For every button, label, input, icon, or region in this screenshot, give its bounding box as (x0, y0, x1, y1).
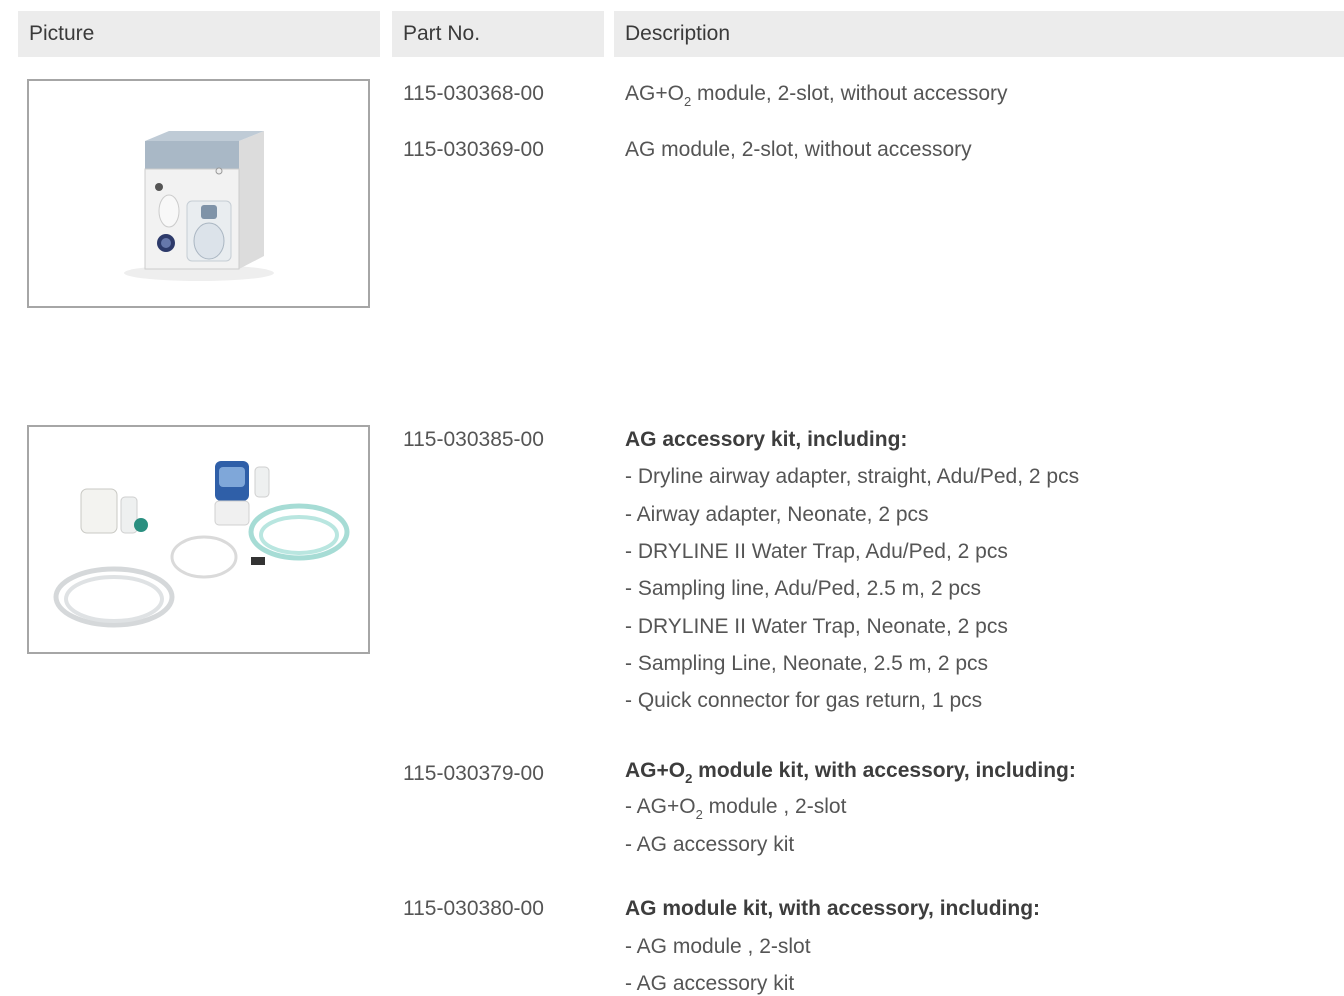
part-number: 115-030368-00 (403, 82, 544, 105)
kit-title: AG module kit, with accessory, including… (625, 897, 1041, 920)
kit-item: - DRYLINE II Water Trap, Neonate, 2 pcs (625, 615, 1008, 638)
part-number: 115-030380-00 (403, 897, 544, 920)
column-header-part-no: Part No. (392, 11, 604, 57)
kit-title: AG accessory kit, including: (625, 428, 908, 451)
part-number: 115-030385-00 (403, 428, 544, 451)
kit-item: - Sampling Line, Neonate, 2.5 m, 2 pcs (625, 652, 989, 675)
kit-item: - AG accessory kit (625, 972, 795, 995)
module-product-image (27, 79, 370, 308)
description: AG module, 2-slot, without accessory (625, 138, 972, 161)
kit-item: - AG+O2 module , 2-slot (625, 795, 847, 822)
description: AG+O2 module, 2-slot, without accessory (625, 82, 1008, 109)
kit-item: - Quick connector for gas return, 1 pcs (625, 689, 983, 712)
part-number: 115-030379-00 (403, 762, 544, 785)
kit-item: - AG accessory kit (625, 833, 795, 856)
part-number: 115-030369-00 (403, 138, 544, 161)
kit-item: - Sampling line, Adu/Ped, 2.5 m, 2 pcs (625, 577, 982, 600)
kit-item: - Airway adapter, Neonate, 2 pcs (625, 503, 929, 526)
column-header-description: Description (614, 11, 1344, 57)
column-header-picture: Picture (18, 11, 380, 57)
kit-item: - Dryline airway adapter, straight, Adu/… (625, 465, 1080, 488)
accessory-kit-image (27, 425, 370, 654)
kit-item: - AG module , 2-slot (625, 935, 811, 958)
kit-item: - DRYLINE II Water Trap, Adu/Ped, 2 pcs (625, 540, 1008, 563)
kit-title: AG+O2 module kit, with accessory, includ… (625, 759, 1076, 786)
